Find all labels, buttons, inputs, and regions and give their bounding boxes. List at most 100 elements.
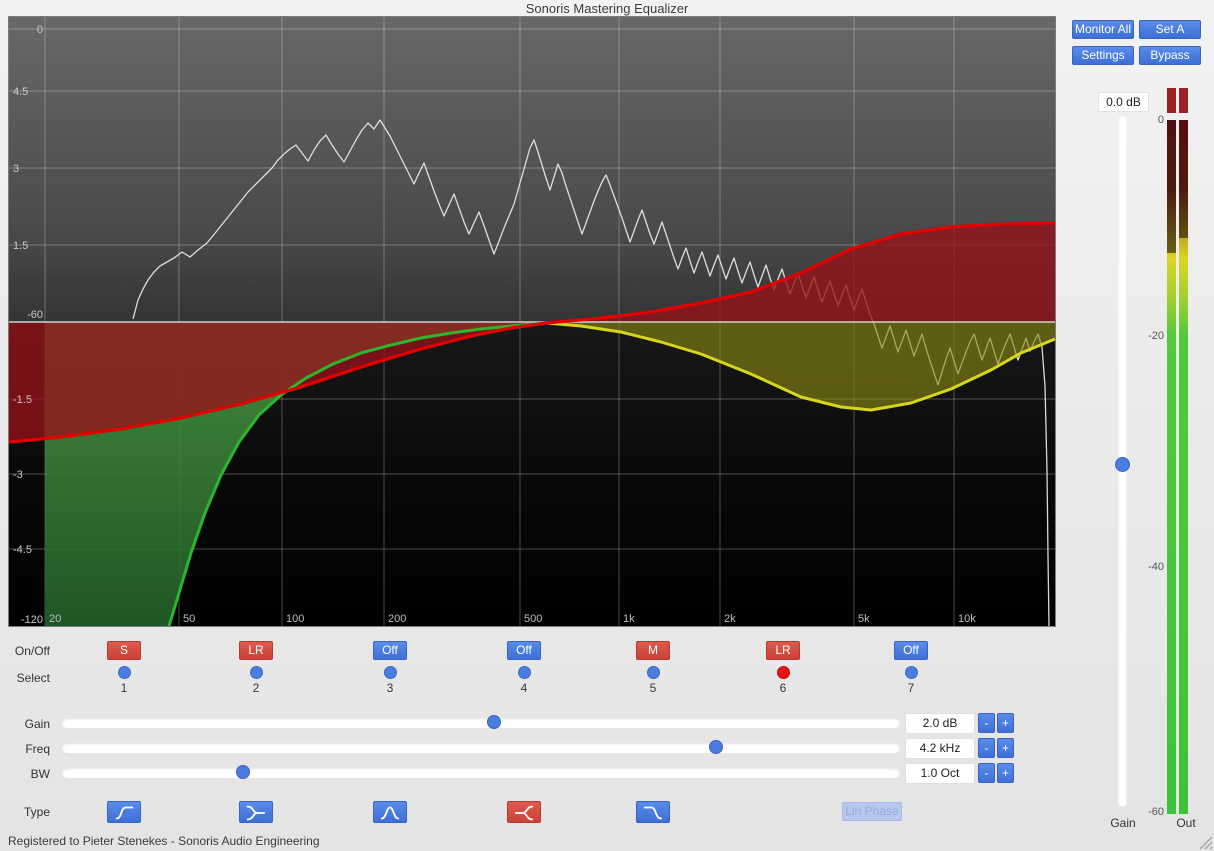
meter-scale-label: 0 [1130, 114, 1164, 126]
band-number: 7 [873, 681, 949, 695]
gain-fader-label: Gain [1101, 816, 1145, 830]
db-axis-label: 1.5 [13, 240, 28, 252]
meter-scale-label: -20 [1130, 330, 1164, 342]
band-number: 1 [86, 681, 162, 695]
band-3-onoff-button[interactable]: Off [373, 641, 407, 660]
freq-axis-label: 200 [388, 613, 406, 625]
band-3-select-radio[interactable] [384, 666, 397, 679]
freq-axis-label: 10k [958, 613, 976, 625]
bw-value-field[interactable]: 1.0 Oct [905, 763, 975, 784]
freq-decrement-button[interactable]: - [978, 738, 995, 758]
meter-unlit-overlay [1179, 120, 1188, 238]
band-column: Off 4 [486, 641, 562, 695]
freq-value-field[interactable]: 4.2 kHz [905, 738, 975, 759]
set-a-button[interactable]: Set A [1139, 20, 1201, 39]
band-7-select-radio[interactable] [905, 666, 918, 679]
db-axis-label: -4.5 [13, 544, 32, 556]
db-axis-label: -120 [21, 614, 43, 626]
gain-slider-thumb[interactable] [487, 715, 501, 729]
out-meter-label: Out [1164, 816, 1208, 830]
output-gain-fader-thumb[interactable] [1115, 457, 1130, 472]
band-column: M5 [615, 641, 691, 695]
select-row-label: Select [8, 671, 50, 685]
bw-slider-thumb[interactable] [236, 765, 250, 779]
band-number: 3 [352, 681, 428, 695]
output-gain-value[interactable]: 0.0 dB [1098, 92, 1149, 112]
right-meter-bar [1179, 88, 1188, 815]
bw-slider-label: BW [8, 767, 50, 781]
meter-gradient [1179, 120, 1188, 814]
band-6-onoff-button[interactable]: LR [766, 641, 800, 660]
output-meter [1167, 88, 1188, 815]
bw-slider-track[interactable] [62, 768, 900, 778]
freq-axis-label: 100 [286, 613, 304, 625]
settings-button[interactable]: Settings [1072, 46, 1134, 65]
db-axis-label: 4.5 [13, 86, 28, 98]
band-4-select-radio[interactable] [518, 666, 531, 679]
lowpass-icon [641, 802, 665, 824]
eq-graph-svg[interactable]: 04.531.5-60-1.5-3-4.5-12020501002005001k… [9, 17, 1055, 626]
meter-unlit-overlay [1167, 120, 1176, 253]
registration-text: Registered to Pieter Stenekes - Sonoris … [8, 834, 320, 848]
bell-icon [378, 802, 402, 824]
bell-type-button[interactable] [373, 801, 407, 823]
highpass-icon [112, 802, 136, 824]
lowpass-type-button[interactable] [636, 801, 670, 823]
band-column: Off 7 [873, 641, 949, 695]
db-axis-label: 3 [13, 163, 19, 175]
onoff-row-label: On/Off [8, 644, 50, 658]
monitor-all-button[interactable]: Monitor All [1072, 20, 1134, 39]
band-number: 5 [615, 681, 691, 695]
gain-slider-label: Gain [8, 717, 50, 731]
freq-slider-thumb[interactable] [709, 740, 723, 754]
db-axis-label: -1.5 [13, 394, 32, 406]
freq-axis-label: 5k [858, 613, 870, 625]
band-5-onoff-button[interactable]: M [636, 641, 670, 660]
band-5-select-radio[interactable] [647, 666, 660, 679]
band-column: LR 6 [745, 641, 821, 695]
eq-graph-area[interactable]: 04.531.5-60-1.5-3-4.5-12020501002005001k… [8, 16, 1056, 627]
band-1-select-radio[interactable] [118, 666, 131, 679]
lin-phase-button[interactable]: Lin Phase [842, 802, 902, 821]
band-2-select-radio[interactable] [250, 666, 263, 679]
type-row-label: Type [8, 805, 50, 819]
band-column: LR2 [218, 641, 294, 695]
db-axis-label: -60 [27, 309, 43, 321]
gain-increment-button[interactable]: + [997, 713, 1014, 733]
band-2-onoff-button[interactable]: LR [239, 641, 273, 660]
gain-slider-track[interactable] [62, 718, 900, 728]
band-4-onoff-button[interactable]: Off [507, 641, 541, 660]
lowshelf-icon [244, 802, 268, 824]
left-meter-bar [1167, 88, 1176, 815]
highshelf-icon [512, 802, 536, 824]
bw-increment-button[interactable]: + [997, 763, 1014, 783]
band-number: 6 [745, 681, 821, 695]
highpass-type-button[interactable] [107, 801, 141, 823]
freq-increment-button[interactable]: + [997, 738, 1014, 758]
gain-value-field[interactable]: 2.0 dB [905, 713, 975, 734]
resize-grip[interactable] [1193, 830, 1213, 850]
freq-axis-label: 2k [724, 613, 736, 625]
freq-axis-label: 20 [49, 613, 61, 625]
band-number: 4 [486, 681, 562, 695]
band-1-onoff-button[interactable]: S [107, 641, 141, 660]
bypass-button[interactable]: Bypass [1139, 46, 1201, 65]
freq-slider-label: Freq [8, 742, 50, 756]
window-title: Sonoris Mastering Equalizer [0, 0, 1214, 17]
db-axis-label: -3 [13, 469, 23, 481]
freq-slider-track[interactable] [62, 743, 900, 753]
clip-indicator[interactable] [1179, 88, 1188, 113]
gain-decrement-button[interactable]: - [978, 713, 995, 733]
freq-axis-label: 1k [623, 613, 635, 625]
band-6-select-radio[interactable] [777, 666, 790, 679]
band-column: Off 3 [352, 641, 428, 695]
band-column: S1 [86, 641, 162, 695]
db-axis-label: 0 [37, 24, 43, 36]
bw-decrement-button[interactable]: - [978, 763, 995, 783]
highshelf-type-button[interactable] [507, 801, 541, 823]
lowshelf-type-button[interactable] [239, 801, 273, 823]
output-gain-fader-track[interactable] [1118, 115, 1127, 807]
clip-indicator[interactable] [1167, 88, 1176, 113]
meter-scale-label: -40 [1130, 561, 1164, 573]
band-7-onoff-button[interactable]: Off [894, 641, 928, 660]
